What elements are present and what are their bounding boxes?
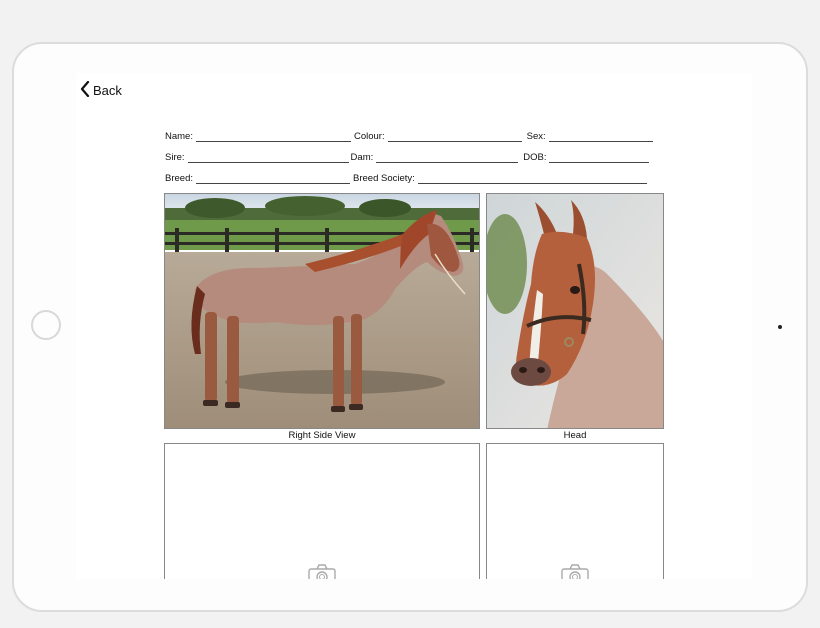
home-button[interactable] — [31, 310, 61, 340]
horse-head-image — [487, 194, 663, 428]
dam-label: Dam: — [350, 152, 374, 163]
breed-label: Breed: — [165, 173, 193, 184]
name-label: Name: — [165, 131, 193, 142]
name-field[interactable] — [195, 131, 351, 142]
chevron-left-icon — [80, 80, 90, 100]
colour-field[interactable] — [387, 131, 522, 142]
sire-label: Sire: — [165, 152, 185, 163]
horse-side-image — [165, 194, 479, 428]
head-photo[interactable] — [486, 193, 664, 429]
breed-society-label: Breed Society: — [353, 173, 415, 184]
add-photo-slot-right[interactable] — [486, 443, 664, 579]
app-screen: Back Name: Colour: Sex: Sire: Dam: DOB: … — [76, 73, 752, 579]
colour-label: Colour: — [353, 131, 385, 142]
breed-field[interactable] — [196, 173, 350, 184]
sex-label: Sex: — [526, 131, 546, 142]
back-button[interactable]: Back — [80, 80, 122, 100]
front-camera — [778, 325, 782, 329]
form-row-1: Name: Colour: Sex: — [165, 131, 653, 142]
camera-icon — [308, 564, 336, 579]
form-row-3: Breed: Breed Society: — [165, 173, 647, 184]
dam-field[interactable] — [376, 152, 519, 163]
add-photo-slot-left[interactable] — [164, 443, 480, 579]
head-caption: Head — [563, 430, 587, 441]
dob-label: DOB: — [523, 152, 547, 163]
back-label: Back — [93, 83, 122, 98]
right-side-photo[interactable] — [164, 193, 480, 429]
camera-icon — [561, 564, 589, 579]
dob-field[interactable] — [549, 152, 650, 163]
sex-field[interactable] — [548, 131, 653, 142]
form-row-2: Sire: Dam: DOB: — [165, 152, 650, 163]
right-side-caption: Right Side View — [288, 430, 356, 441]
breed-society-field[interactable] — [417, 173, 647, 184]
sire-field[interactable] — [187, 152, 349, 163]
